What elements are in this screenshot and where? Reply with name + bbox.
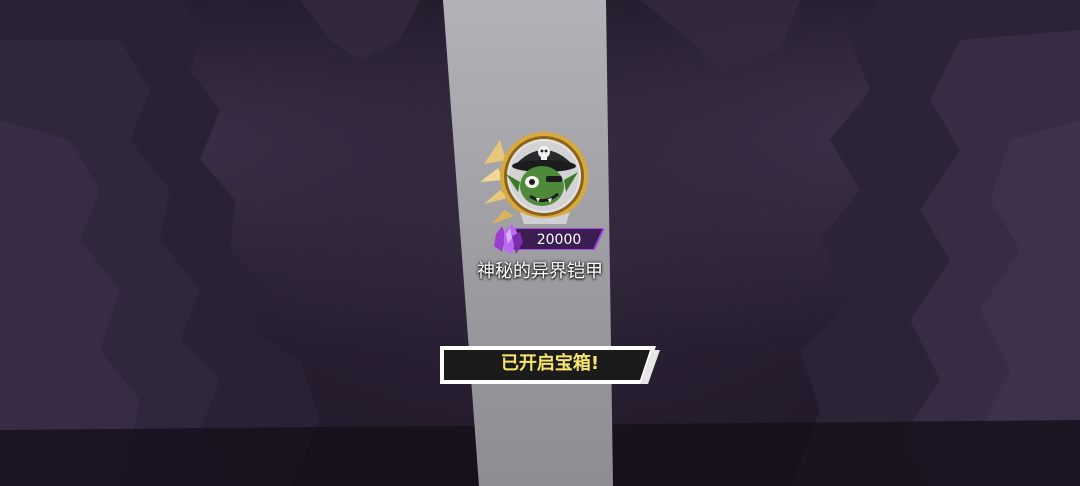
game-scene: 20000 神秘的异界铠甲 已开启宝箱!	[0, 0, 1080, 486]
chest-opened-banner: 已开启宝箱!	[440, 344, 662, 386]
item-name: 神秘的异界铠甲	[477, 261, 603, 282]
purple-crystal-icon	[494, 224, 523, 254]
status-message: 已开启宝箱!	[500, 353, 600, 374]
price-value: 20000	[536, 232, 582, 248]
price-tag: 20000	[490, 224, 610, 256]
reward-item[interactable]: 20000	[470, 120, 610, 260]
